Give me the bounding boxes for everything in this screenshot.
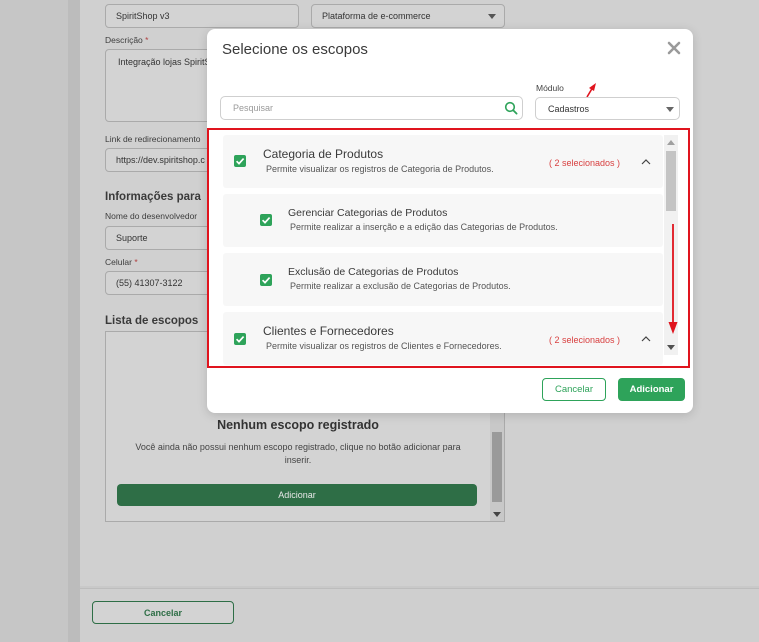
app-name-input[interactable]: SpiritShop v3: [105, 4, 299, 28]
scope-list-highlight: Categoria de Produtos Permite visualizar…: [207, 128, 690, 368]
search-icon[interactable]: [504, 101, 518, 115]
page-cancel-button[interactable]: Cancelar: [92, 601, 234, 624]
module-select-value: Cadastros: [548, 103, 590, 114]
close-icon[interactable]: [665, 39, 683, 57]
scope-item-description: Permite realizar a exclusão de Categoria…: [290, 281, 511, 291]
developer-name-label: Nome do desenvolvedor: [105, 211, 198, 221]
scope-item-title: Exclusão de Categorias de Produtos: [288, 266, 459, 278]
developer-info-title: Informações para: [105, 191, 201, 203]
description-textarea[interactable]: Integração lojas SpiritS: [105, 49, 215, 122]
checkbox-checked-icon[interactable]: [260, 274, 272, 286]
add-scope-button[interactable]: Adicionar: [117, 484, 477, 506]
page-left-divider: [68, 0, 80, 642]
scrollbar-thumb[interactable]: [492, 432, 502, 502]
scope-group-categoria-produtos[interactable]: Categoria de Produtos Permite visualizar…: [223, 135, 663, 188]
module-label: Módulo: [536, 83, 564, 93]
redirect-link-input[interactable]: https://dev.spiritshop.c: [105, 148, 215, 172]
scope-group-description: Permite visualizar os registros de Clien…: [266, 341, 502, 351]
phone-label: Celular *: [105, 257, 138, 267]
phone-input[interactable]: (55) 41307-3122: [105, 271, 215, 295]
red-scroll-arrow-icon: [668, 224, 678, 334]
module-select[interactable]: Cadastros: [535, 97, 680, 120]
checkbox-checked-icon[interactable]: [234, 333, 246, 345]
scope-item-title: Gerenciar Categorias de Produtos: [288, 207, 448, 219]
redirect-link-label: Link de redirecionamento: [105, 134, 201, 144]
scroll-down-icon[interactable]: [493, 512, 501, 517]
empty-state-text: Você ainda não possui nenhum escopo regi…: [135, 442, 461, 465]
platform-select-value: Plataforma de e-commerce: [322, 11, 431, 21]
scope-group-clientes-fornecedores[interactable]: Clientes e Fornecedores Permite visualiz…: [223, 312, 663, 365]
scope-group-title: Categoria de Produtos: [263, 147, 384, 161]
chevron-down-icon: [666, 107, 674, 112]
add-button[interactable]: Adicionar: [618, 378, 685, 401]
scroll-down-icon[interactable]: [667, 345, 675, 350]
chevron-down-icon: [488, 14, 496, 19]
scrollbar-thumb[interactable]: [666, 151, 676, 211]
empty-state-title: Nenhum escopo registrado: [217, 418, 379, 432]
scope-item-gerenciar-categorias[interactable]: Gerenciar Categorias de Produtos Permite…: [223, 194, 663, 247]
scope-item-exclusao-categorias[interactable]: Exclusão de Categorias de Produtos Permi…: [223, 253, 663, 306]
platform-select[interactable]: Plataforma de e-commerce: [311, 4, 505, 28]
chevron-up-icon[interactable]: [641, 336, 651, 342]
red-pointer-arrow-icon: [586, 83, 596, 98]
description-label: Descrição *: [105, 35, 149, 45]
selected-count-badge: ( 2 selecionados ): [549, 158, 621, 168]
checkbox-checked-icon[interactable]: [234, 155, 246, 167]
cancel-button[interactable]: Cancelar: [542, 378, 606, 401]
checkbox-checked-icon[interactable]: [260, 214, 272, 226]
scope-item-description: Permite realizar a inserção e a edição d…: [290, 222, 558, 232]
page-left-gutter: [0, 0, 68, 642]
search-input[interactable]: [220, 96, 523, 120]
developer-name-input[interactable]: Suporte: [105, 226, 215, 250]
scope-selection-modal: Selecione os escopos Módulo Cadastros Ca…: [207, 29, 693, 413]
modal-title: Selecione os escopos: [222, 41, 368, 58]
scroll-up-icon[interactable]: [667, 140, 675, 145]
scope-group-title: Clientes e Fornecedores: [263, 324, 394, 338]
scope-list-title: Lista de escopos: [105, 315, 199, 327]
scope-group-description: Permite visualizar os registros de Categ…: [266, 164, 494, 174]
scope-list: Categoria de Produtos Permite visualizar…: [209, 130, 687, 365]
selected-count-badge: ( 2 selecionados ): [549, 335, 621, 345]
chevron-up-icon[interactable]: [641, 159, 651, 165]
